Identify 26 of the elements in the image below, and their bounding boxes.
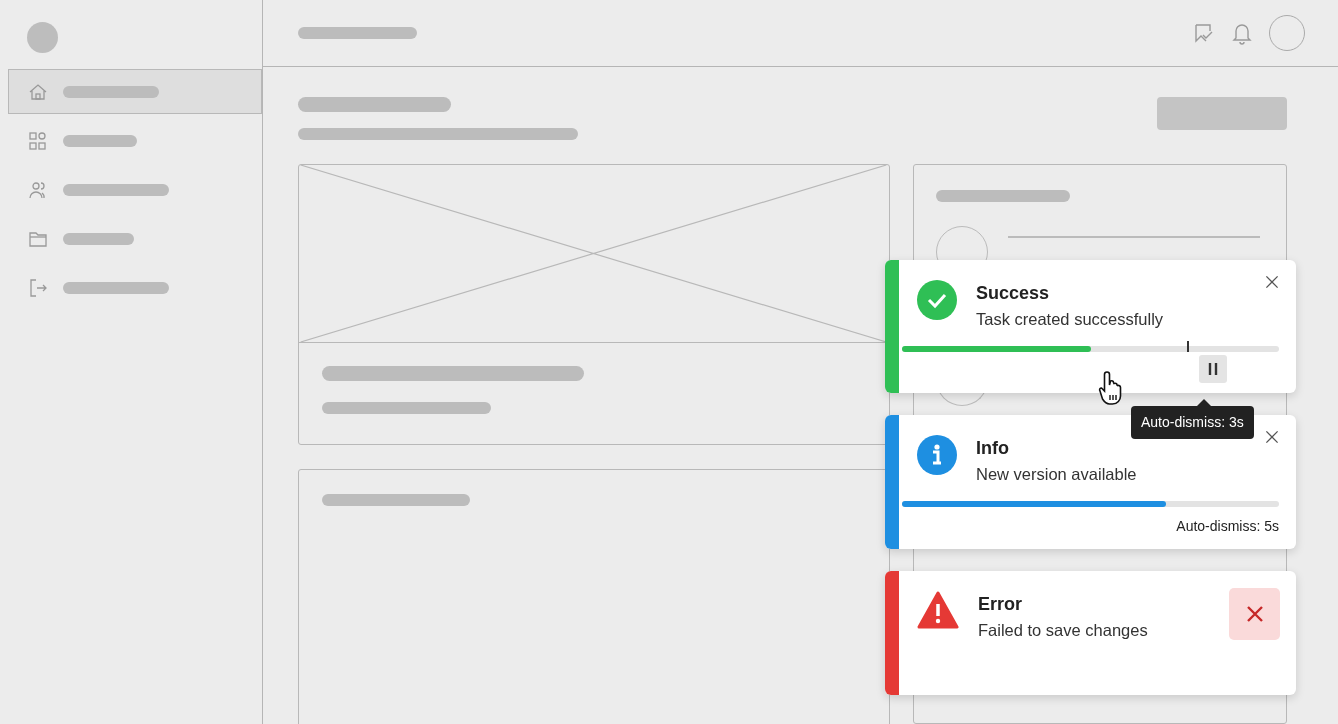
sidebar-item[interactable] [8,69,262,114]
toast-message: New version available [976,464,1137,485]
tooltip-arrow [1197,399,1211,406]
close-button[interactable] [1229,588,1280,640]
toast-message: Task created successfully [976,309,1164,330]
pause-button[interactable] [1198,355,1227,383]
close-icon [1264,429,1280,445]
bookmark-icon[interactable] [1193,22,1215,44]
bell-icon[interactable] [1231,21,1253,45]
toast-title: Error [978,593,1023,616]
auto-dismiss-label: Auto-dismiss: 5s [1175,517,1279,536]
grid-icon [27,129,49,152]
warning-icon [917,591,959,629]
logo-placeholder [27,22,58,53]
position-marker [1186,341,1189,352]
info-icon [917,435,957,475]
logout-icon [27,276,49,299]
close-icon [1264,274,1280,290]
toast-title: Success [976,282,1051,305]
pause-icon [1207,363,1218,375]
toast-title: Info [976,437,1010,460]
label-placeholder [63,232,134,245]
tooltip: Auto-dismiss: 3s [1131,406,1254,439]
close-icon [1244,604,1265,624]
check-circle-icon [917,280,957,320]
toast-message: Failed to save changes [978,620,1148,641]
